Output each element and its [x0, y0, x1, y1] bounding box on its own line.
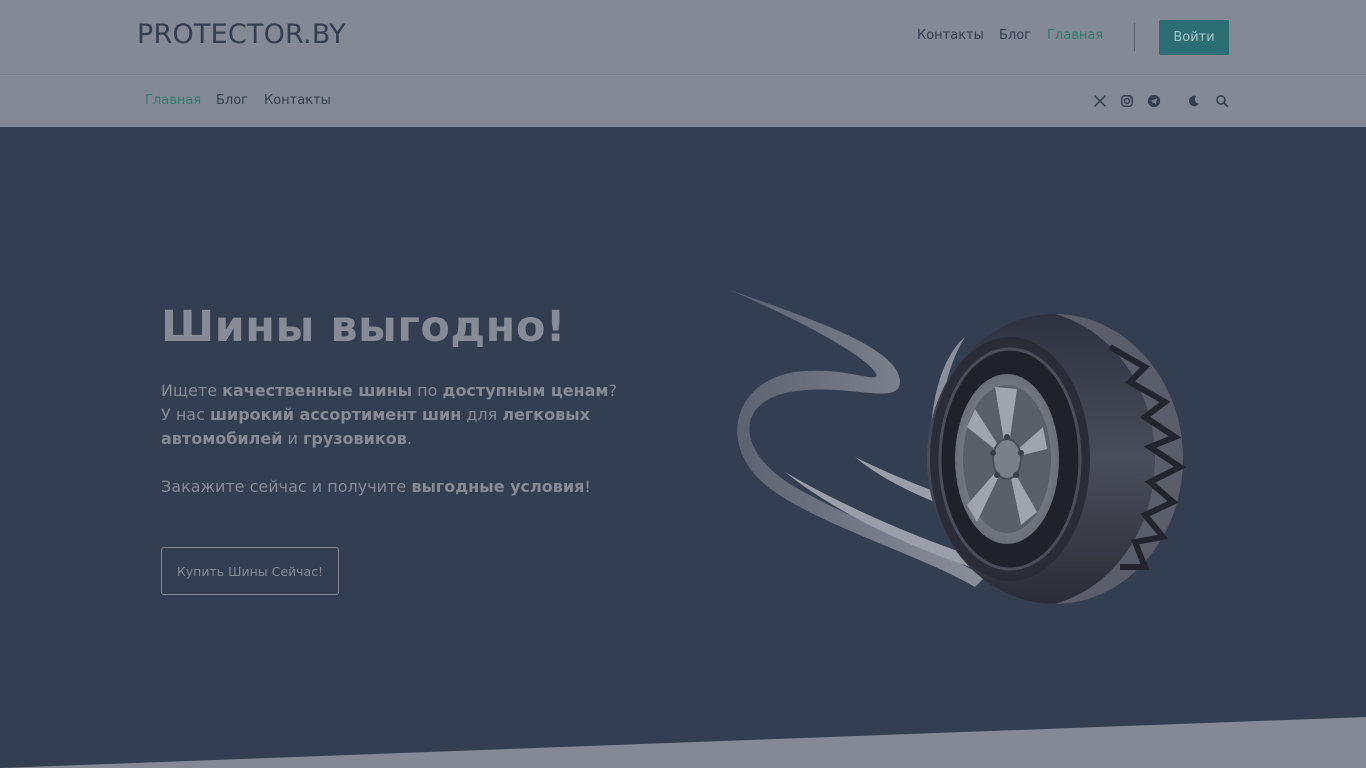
moon-icon[interactable] [1186, 93, 1202, 109]
subnav-blog[interactable]: Блог [216, 93, 248, 108]
top-nav-blog[interactable]: Блог [999, 28, 1031, 43]
site-logo[interactable]: PROTECTOR.BY [137, 19, 346, 50]
instagram-icon[interactable] [1119, 93, 1135, 109]
x-twitter-icon[interactable] [1092, 93, 1108, 109]
top-header: PROTECTOR.BY Контакты Блог Главная Войти [0, 0, 1366, 75]
top-nav-contacts[interactable]: Контакты [917, 28, 984, 43]
secondary-nav-bar: Главная Блог Контакты [0, 76, 1366, 127]
login-button[interactable]: Войти [1159, 20, 1229, 55]
search-icon[interactable] [1214, 93, 1230, 109]
top-nav-home[interactable]: Главная [1047, 28, 1103, 43]
subnav-contacts[interactable]: Контакты [264, 93, 331, 108]
subnav-home[interactable]: Главная [145, 93, 201, 108]
nav-divider [1134, 23, 1135, 51]
telegram-icon[interactable] [1146, 93, 1162, 109]
hero-section: Шины выгодно! Ищете качественные шины по… [0, 127, 1366, 768]
hero-bottom-slope [0, 717, 1366, 768]
